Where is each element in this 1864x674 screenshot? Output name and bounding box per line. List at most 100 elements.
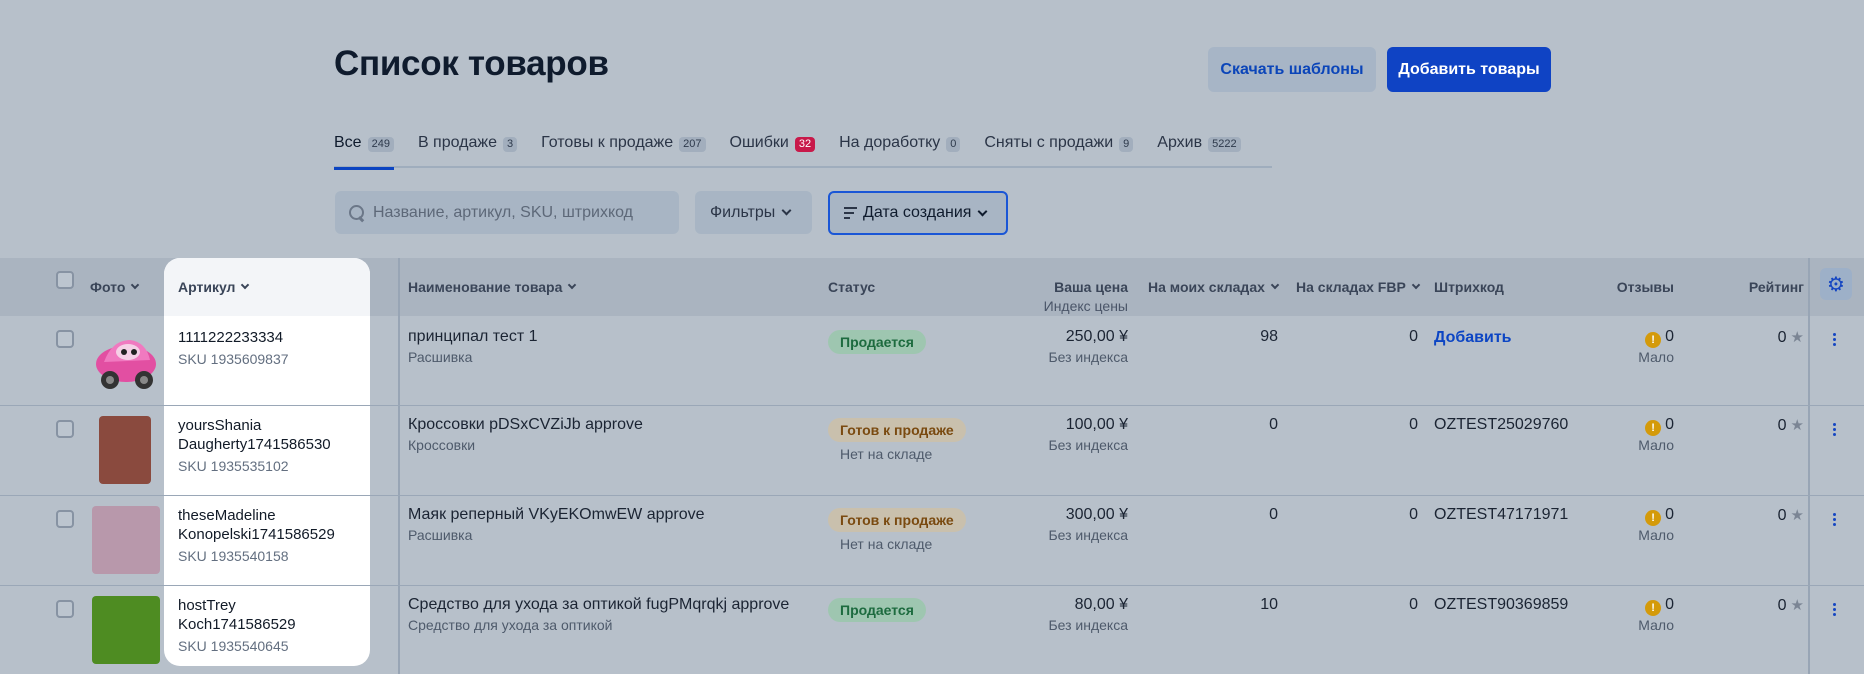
- table-row[interactable]: hostTrey Koch1741586529 SKU 1935540645 С…: [0, 586, 1864, 674]
- price-index: Без индекса: [1048, 527, 1128, 543]
- rating-value: 0: [1777, 417, 1787, 434]
- tab-withdrawn[interactable]: Сняты с продажи 9: [984, 130, 1134, 168]
- tab-label: Архив: [1157, 134, 1203, 151]
- warning-icon: !: [1645, 510, 1662, 526]
- product-name-link[interactable]: Средство для ухода за оптикой fugPMqrqkj…: [408, 596, 789, 614]
- article-cell: theseMadeline Konopelski1741586529 SKU 1…: [178, 506, 335, 566]
- price-value: 250,00 ¥: [1065, 328, 1128, 345]
- more-icon[interactable]: [1833, 333, 1837, 346]
- sku-text: SKU 1935540158: [178, 548, 289, 564]
- row-checkbox[interactable]: [56, 330, 74, 348]
- price-index: Без индекса: [1048, 617, 1128, 633]
- gear-icon[interactable]: ⚙: [1820, 268, 1852, 300]
- tab-count: 32: [794, 137, 816, 152]
- product-name-link[interactable]: принципал тест 1: [408, 328, 538, 346]
- barcode-value: OZTEST25029760: [1434, 416, 1569, 433]
- row-checkbox[interactable]: [56, 510, 74, 528]
- rating-value: 0: [1777, 507, 1787, 524]
- article-code: 1111222233334: [178, 329, 284, 346]
- column-fbp-stock[interactable]: На складах FBP: [1296, 279, 1421, 295]
- warning-icon: !: [1645, 420, 1662, 436]
- tab-archive[interactable]: Архив 5222: [1157, 130, 1241, 168]
- status-badge: Готов к продаже: [828, 418, 966, 442]
- product-photo: [92, 596, 160, 664]
- price-cell: 300,00 ¥ Без индекса: [980, 506, 1128, 543]
- table-row[interactable]: theseMadeline Konopelski1741586529 SKU 1…: [0, 496, 1864, 586]
- product-name-link[interactable]: Маяк реперный VKyEKOmwEW approve: [408, 506, 705, 524]
- rating-cell: 0 ★: [1690, 416, 1804, 435]
- table-row[interactable]: 1111222233334 SKU 1935609837 принципал т…: [0, 316, 1864, 406]
- column-article[interactable]: Артикул: [178, 279, 250, 295]
- filters-label: Фильтры: [710, 203, 776, 221]
- column-rating: Рейтинг: [1748, 279, 1804, 295]
- tab-label: Все: [334, 134, 362, 151]
- table-row[interactable]: yoursShania Daugherty1741586530 SKU 1935…: [0, 406, 1864, 496]
- select-all-checkbox[interactable]: [56, 271, 74, 289]
- tab-label: Ошибки: [729, 134, 789, 151]
- sort-button[interactable]: Дата создания: [828, 191, 1008, 235]
- add-products-button[interactable]: Добавить товары: [1387, 47, 1551, 92]
- product-name-cell: Кроссовки pDSxCVZiJb approve Кроссовки: [408, 416, 643, 453]
- article-cell: 1111222233334 SKU 1935609837: [178, 328, 289, 369]
- add-barcode-link[interactable]: Добавить: [1434, 329, 1512, 347]
- product-photo: [99, 416, 151, 484]
- more-icon[interactable]: [1833, 513, 1837, 526]
- product-name-cell: Средство для ухода за оптикой fugPMqrqkj…: [408, 596, 789, 633]
- sku-text: SKU 1935535102: [178, 458, 289, 474]
- tab-errors[interactable]: Ошибки 32: [730, 130, 816, 168]
- status-badge: Продается: [828, 330, 926, 354]
- tab-all[interactable]: Все 249: [334, 130, 394, 170]
- own-stock-value: 0: [1269, 506, 1278, 523]
- column-reviews: Отзывы: [1616, 279, 1674, 295]
- sku-text: SKU 1935609837: [178, 351, 289, 367]
- download-templates-button[interactable]: Скачать шаблоны: [1208, 47, 1376, 92]
- tab-count: 0: [946, 137, 961, 152]
- barcode-value: OZTEST90369859: [1434, 596, 1569, 613]
- column-photo[interactable]: Фото: [90, 279, 140, 295]
- tab-label: Готовы к продаже: [541, 134, 674, 151]
- more-icon[interactable]: [1833, 423, 1837, 436]
- reviews-count: 0: [1665, 596, 1674, 613]
- chevron-down-icon: [131, 280, 140, 290]
- price-value: 80,00 ¥: [1074, 596, 1128, 613]
- product-photo: [92, 506, 160, 574]
- status-badge: Продается: [828, 598, 926, 622]
- row-checkbox[interactable]: [56, 600, 74, 618]
- price-cell: 250,00 ¥ Без индекса: [980, 328, 1128, 365]
- rating-cell: 0 ★: [1690, 596, 1804, 615]
- chevron-down-icon: [1270, 280, 1280, 290]
- article-code-continued: Konopelski1741586529: [178, 526, 335, 543]
- filters-button[interactable]: Фильтры: [695, 191, 812, 234]
- product-photo: [92, 328, 160, 396]
- search-input[interactable]: [373, 203, 663, 222]
- tab-ready-for-sale[interactable]: Готовы к продаже 207: [541, 130, 706, 168]
- star-icon: ★: [1790, 329, 1804, 346]
- chevron-down-icon: [241, 280, 250, 290]
- fbp-stock-value: 0: [1409, 328, 1418, 345]
- tab-on-sale[interactable]: В продаже 3: [418, 130, 518, 168]
- product-name-cell: Маяк реперный VKyEKOmwEW approve Расшивк…: [408, 506, 705, 543]
- row-checkbox[interactable]: [56, 420, 74, 438]
- own-stock-value: 0: [1269, 416, 1278, 433]
- fbp-stock-value: 0: [1409, 596, 1418, 613]
- article-code: hostTrey: [178, 597, 236, 614]
- product-category: Кроссовки: [408, 437, 476, 453]
- fbp-stock-value: 0: [1409, 416, 1418, 433]
- products-table: Фото Артикул Наименование товара Статус …: [0, 258, 1864, 674]
- reviews-count: 0: [1665, 416, 1674, 433]
- barcode-value: OZTEST47171971: [1434, 506, 1569, 523]
- price-cell: 80,00 ¥ Без индекса: [980, 596, 1128, 633]
- article-cell: hostTrey Koch1741586529 SKU 1935540645: [178, 596, 296, 656]
- chevron-down-icon: [977, 206, 988, 216]
- more-icon[interactable]: [1833, 603, 1837, 616]
- tab-needs-rework[interactable]: На доработку 0: [839, 130, 961, 168]
- article-code-continued: Koch1741586529: [178, 616, 296, 633]
- column-own-stock[interactable]: На моих складах: [1148, 279, 1280, 295]
- price-value: 300,00 ¥: [1065, 506, 1128, 523]
- column-name[interactable]: Наименование товара: [408, 279, 577, 295]
- reviews-note: Мало: [1638, 437, 1674, 453]
- own-stock-value: 10: [1260, 596, 1278, 613]
- product-name-link[interactable]: Кроссовки pDSxCVZiJb approve: [408, 416, 643, 434]
- search-box[interactable]: [335, 191, 679, 234]
- reviews-note: Мало: [1638, 617, 1674, 633]
